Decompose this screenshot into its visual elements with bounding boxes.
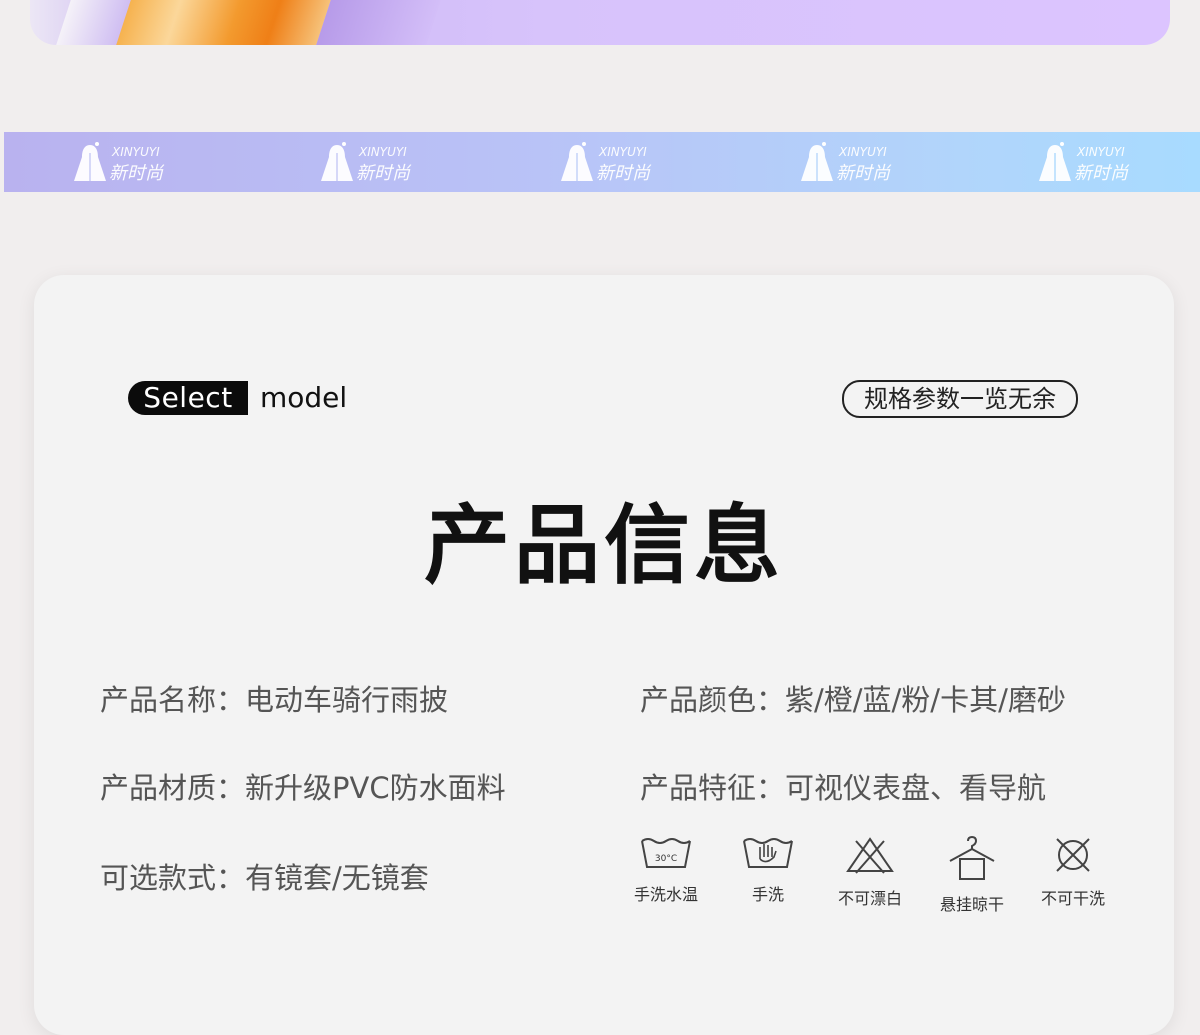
brand-logo: XINYUYI 新时尚 — [559, 137, 669, 187]
brand-name-en: XINYUYI — [112, 145, 160, 159]
brand-name-cn: 新时尚 — [836, 163, 890, 184]
product-material-info: 产品材质：新升级PVC防水面料 — [100, 771, 506, 805]
care-item: 不可干洗 — [1033, 835, 1113, 909]
brand-logo: XINYUYI 新时尚 — [799, 137, 909, 187]
no-dry-clean-icon — [1056, 838, 1090, 872]
product-info-card: Select model 规格参数一览无余 产品信息 产品名称：电动车骑行雨披 … — [34, 275, 1174, 1035]
raincoat-logo-icon — [1039, 142, 1071, 181]
model-label: model — [260, 381, 348, 414]
brand-name-cn: 新时尚 — [109, 163, 163, 184]
brand-name-en: XINYUYI — [839, 145, 887, 159]
raincoat-logo-icon — [321, 142, 353, 181]
care-label: 手洗 — [751, 885, 784, 904]
wash-temp: 30°C — [655, 854, 677, 864]
care-item: 手洗 — [728, 835, 808, 905]
wash-30c-icon: 30°C — [641, 838, 691, 868]
raincoat-logo-icon — [801, 142, 833, 181]
care-label: 手洗水温 — [633, 885, 698, 904]
hero-image-part — [116, 0, 344, 45]
care-item: 悬挂晾干 — [932, 835, 1012, 915]
care-label: 不可干洗 — [1040, 889, 1105, 908]
product-name-info: 产品名称：电动车骑行雨披 — [100, 683, 449, 717]
brand-logo: XINYUYI 新时尚 — [319, 137, 429, 187]
raincoat-logo-icon — [561, 142, 593, 181]
brand-name-cn: 新时尚 — [1074, 163, 1128, 184]
brand-name-cn: 新时尚 — [596, 163, 650, 184]
care-item: 30°C 手洗水温 — [626, 835, 706, 905]
brand-name-en: XINYUYI — [359, 145, 407, 159]
brand-logo: XINYUYI 新时尚 — [1037, 137, 1147, 187]
product-color-info: 产品颜色：紫/橙/蓝/粉/卡其/磨砂 — [640, 683, 1066, 717]
care-label: 悬挂晾干 — [939, 895, 1004, 914]
hang-dry-icon — [949, 835, 995, 880]
brand-logo: XINYUYI 新时尚 — [72, 137, 182, 187]
brand-name-en: XINYUYI — [1077, 145, 1125, 159]
hand-wash-icon — [743, 838, 793, 868]
page-title: 产品信息 — [424, 496, 784, 596]
product-feature-info: 产品特征：可视仪表盘、看导航 — [640, 771, 1047, 805]
brand-name-cn: 新时尚 — [356, 163, 410, 184]
brand-name-en: XINYUYI — [599, 145, 647, 159]
product-style-info: 可选款式：有镜套/无镜套 — [100, 861, 429, 895]
raincoat-logo-icon — [74, 142, 106, 181]
care-item: 不可漂白 — [830, 835, 910, 909]
hero-image — [30, 0, 1170, 45]
spec-badge: 规格参数一览无余 — [842, 380, 1078, 418]
brand-banner: XINYUYI 新时尚 XINYUYI 新时尚 XINYUYI 新时尚 XINY… — [4, 132, 1200, 192]
select-label: Select — [128, 381, 248, 415]
hero-image-part — [316, 0, 454, 45]
care-label: 不可漂白 — [837, 889, 902, 908]
no-bleach-icon — [846, 837, 894, 874]
